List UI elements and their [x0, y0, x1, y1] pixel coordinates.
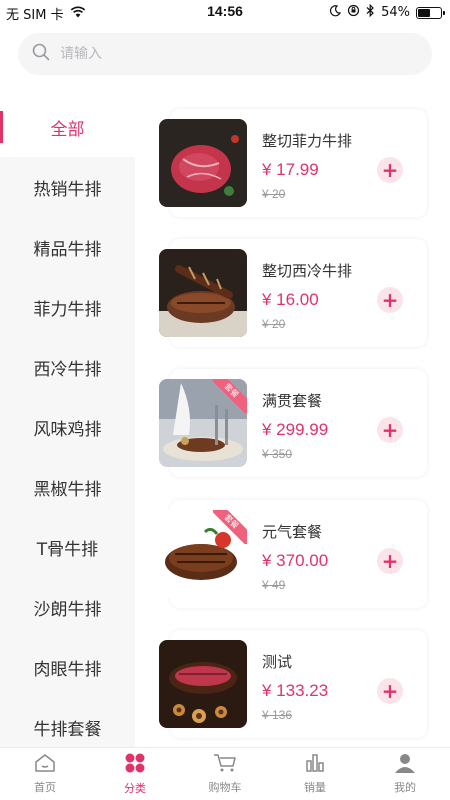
bottom-tab-bar: 首页 分类 购物车 销量 我的	[0, 747, 450, 800]
product-price: ¥ 16.00	[262, 290, 319, 309]
category-label: 黑椒牛排	[33, 479, 102, 500]
product-image-sirloin[interactable]	[159, 249, 247, 337]
search-input[interactable]	[60, 46, 380, 62]
tab-label: 首页	[34, 781, 56, 794]
category-label: 沙朗牛排	[33, 599, 102, 620]
add-to-cart-button[interactable]: +	[377, 678, 403, 704]
product-original-price: ¥ 20	[262, 187, 286, 201]
product-name: 元气套餐	[262, 523, 323, 541]
battery-level	[418, 8, 430, 17]
category-label: 肉眼牛排	[33, 659, 102, 680]
product-name: 满贯套餐	[262, 392, 323, 410]
category-sidebar: 全部 热销牛排 精品牛排 菲力牛排 西冷牛排 风味鸡排 黑椒牛排 T骨牛排 沙朗…	[0, 97, 135, 747]
plus-icon: +	[381, 679, 399, 703]
category-all[interactable]: 全部	[0, 97, 135, 157]
category-label: 风味鸡排	[33, 419, 102, 440]
category-filet[interactable]: 菲力牛排	[0, 277, 135, 337]
battery-icon	[416, 6, 445, 19]
product-original-price: ¥ 350	[262, 447, 293, 461]
battery-percent: 54%	[381, 5, 410, 20]
product-price: ¥ 299.99	[262, 420, 329, 439]
tab-label: 分类	[124, 782, 146, 795]
plus-icon: +	[381, 288, 399, 312]
product-image-filet[interactable]	[159, 119, 247, 207]
product-price: ¥ 17.99	[262, 160, 319, 179]
plus-icon: +	[381, 158, 399, 182]
category-premium-steak[interactable]: 精品牛排	[0, 217, 135, 277]
plus-icon: +	[381, 418, 399, 442]
product-original-price: ¥ 136	[262, 708, 293, 722]
category-icon	[124, 752, 146, 777]
product-image-vitality-combo[interactable]: 套餐	[159, 510, 247, 598]
category-sirloin[interactable]: 西冷牛排	[0, 337, 135, 397]
status-bar: 无 SIM 卡 14:56 54%	[0, 0, 450, 24]
sales-chart-icon	[304, 753, 326, 776]
combo-badge: 套餐	[213, 510, 247, 544]
tab-category[interactable]: 分类	[90, 748, 180, 800]
tab-cart[interactable]: 购物车	[180, 748, 270, 800]
product-original-price: ¥ 20	[262, 317, 286, 331]
category-label: 菲力牛排	[33, 299, 102, 320]
product-price: ¥ 133.23	[262, 681, 329, 700]
search-icon	[32, 43, 50, 65]
category-t-bone[interactable]: T骨牛排	[0, 517, 135, 577]
category-label: 热销牛排	[33, 179, 102, 200]
tab-label: 销量	[304, 781, 326, 794]
category-striploin[interactable]: 沙朗牛排	[0, 577, 135, 637]
home-icon	[34, 753, 56, 776]
product-name: 整切菲力牛排	[262, 132, 353, 150]
bluetooth-icon	[366, 3, 375, 21]
combo-badge: 套餐	[213, 379, 247, 413]
category-black-pepper[interactable]: 黑椒牛排	[0, 457, 135, 517]
cart-icon	[213, 753, 237, 776]
tab-home[interactable]: 首页	[0, 748, 90, 800]
plus-icon: +	[381, 549, 399, 573]
category-label: 西冷牛排	[33, 359, 102, 380]
product-image-test[interactable]	[159, 640, 247, 728]
tab-label: 购物车	[208, 781, 242, 794]
category-hot-steak[interactable]: 热销牛排	[0, 157, 135, 217]
product-original-price: ¥ 49	[262, 578, 286, 592]
category-label: 全部	[50, 119, 85, 140]
category-chicken[interactable]: 风味鸡排	[0, 397, 135, 457]
tab-sales[interactable]: 销量	[270, 748, 360, 800]
product-name: 整切西冷牛排	[262, 262, 353, 280]
product-name: 测试	[262, 653, 293, 671]
add-to-cart-button[interactable]: +	[377, 417, 403, 443]
category-label: T骨牛排	[36, 539, 99, 560]
add-to-cart-button[interactable]: +	[377, 287, 403, 313]
category-ribeye[interactable]: 肉眼牛排	[0, 637, 135, 697]
category-label: 精品牛排	[33, 239, 102, 260]
tab-profile[interactable]: 我的	[360, 748, 450, 800]
add-to-cart-button[interactable]: +	[377, 548, 403, 574]
search-bar[interactable]	[18, 33, 432, 75]
profile-icon	[394, 753, 416, 776]
product-price: ¥ 370.00	[262, 551, 329, 570]
category-label: 牛排套餐	[33, 719, 102, 740]
add-to-cart-button[interactable]: +	[377, 157, 403, 183]
moon-icon	[329, 4, 342, 21]
rotation-lock-icon	[347, 4, 360, 21]
tab-label: 我的	[394, 781, 416, 794]
product-image-grand-combo[interactable]: 套餐	[159, 379, 247, 467]
